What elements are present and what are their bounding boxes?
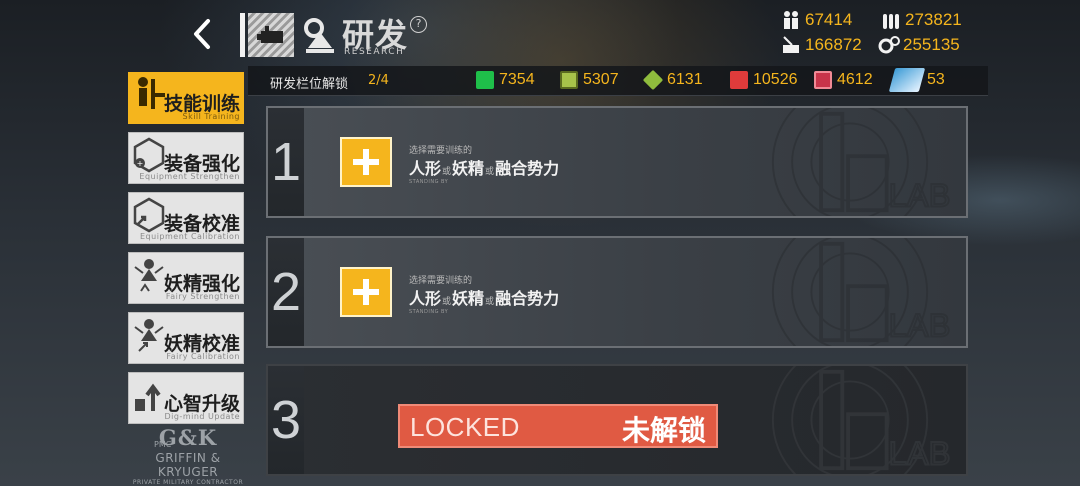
- green-chip-icon: [476, 71, 494, 89]
- menu-equipment-calibration[interactable]: 装备校准 Equipment Calibration: [128, 192, 244, 244]
- svg-text:LAB: LAB: [889, 176, 951, 213]
- rations-value: 166872: [805, 35, 862, 54]
- target-faction: 融合势力: [495, 289, 560, 308]
- rations-icon: [783, 36, 799, 53]
- fairy-data-icon: [814, 71, 832, 89]
- page-subtitle: RESEARCH: [344, 47, 405, 57]
- target-fairy: 妖精: [452, 159, 485, 178]
- menu-fairy-calibration[interactable]: 妖精校准 Fairy Calibration: [128, 312, 244, 364]
- manpower-counter: 67414: [780, 10, 852, 30]
- research-slot-2[interactable]: 2 选择需要训练的 人形或妖精或融合势力 STANDING BY LAB: [266, 236, 968, 348]
- ammo-icon: [883, 14, 899, 29]
- plus-icon: [353, 149, 379, 175]
- parts-value: 255135: [903, 35, 960, 54]
- slot-targets: 人形或妖精或融合势力: [409, 155, 559, 179]
- menu-sublabel: Skill Training: [182, 112, 240, 121]
- green-core-icon: [642, 69, 664, 91]
- fairy-data-value: 4612: [837, 71, 873, 88]
- slot-unlock-label: 研发栏位解锁: [270, 77, 349, 92]
- add-training-button[interactable]: [340, 137, 392, 187]
- manpower-icon: [784, 11, 798, 29]
- brand-sub: PRIVATE MILITARY CONTRACTOR: [132, 479, 244, 486]
- target-doll: 人形: [409, 159, 442, 178]
- plus-icon: [353, 279, 379, 305]
- circuit-chip-icon: [560, 71, 578, 89]
- top-bar: 研发 RESEARCH ? 67414 273821 166872 255135: [0, 0, 1080, 64]
- back-button[interactable]: [186, 14, 218, 54]
- help-icon[interactable]: ?: [410, 16, 427, 33]
- green-chip-value: 7354: [499, 71, 535, 88]
- menu-mind-upgrade[interactable]: 心智升级 Dig-mind Update: [128, 372, 244, 424]
- slot-number: 3: [270, 390, 302, 450]
- parts-icon: [878, 36, 900, 54]
- equipment-strengthen-icon: +: [133, 137, 165, 173]
- slot-number: 1: [270, 132, 302, 192]
- menu-sublabel: Fairy Strengthen: [165, 292, 240, 301]
- title-divider: [240, 13, 245, 57]
- menu-sublabel: Dig-mind Update: [164, 412, 240, 421]
- circuit-chip-value: 5307: [583, 71, 619, 88]
- research-badge-icon: [248, 13, 294, 57]
- slot-unlock-count: 2/4: [368, 73, 389, 88]
- ticket-counter: 53: [888, 68, 945, 92]
- svg-text:+: +: [137, 159, 144, 168]
- fairy-data-counter: 4612: [814, 71, 873, 89]
- or-text: 或: [485, 297, 495, 307]
- locked-label-cn: 未解锁: [621, 414, 706, 447]
- or-text: 或: [485, 167, 495, 177]
- research-slot-3-locked: 3 LOCKED 未解锁 LAB: [266, 364, 968, 476]
- lab-watermark-icon: LAB: [740, 366, 960, 474]
- equipment-calibration-icon: [133, 197, 165, 233]
- or-text: 或: [442, 297, 452, 307]
- green-core-value: 6131: [667, 71, 703, 88]
- svg-text:LAB: LAB: [889, 434, 951, 471]
- brand-pmc: PMC: [154, 440, 172, 449]
- circuit-chip-counter: 5307: [560, 71, 619, 89]
- add-training-button[interactable]: [340, 267, 392, 317]
- locked-label-en: LOCKED: [410, 412, 520, 442]
- brand-name: GRIFFIN & KRYUGER: [155, 451, 221, 479]
- menu-equipment-strengthen[interactable]: + 装备强化 Equipment Strengthen: [128, 132, 244, 184]
- red-data-icon: [730, 71, 748, 89]
- lab-watermark-icon: LAB: [740, 108, 960, 216]
- target-fairy: 妖精: [452, 289, 485, 308]
- research-slot-1[interactable]: 1 选择需要训练的 人形或妖精或融合势力 STANDING BY LAB: [266, 106, 968, 218]
- skill-training-icon: [138, 77, 165, 109]
- ticket-icon: [888, 68, 926, 92]
- target-doll: 人形: [409, 289, 442, 308]
- slot-status: STANDING BY: [409, 179, 449, 185]
- red-data-counter: 10526: [730, 71, 798, 89]
- ammo-value: 273821: [905, 10, 962, 29]
- or-text: 或: [442, 167, 452, 177]
- menu-sublabel: Equipment Strengthen: [139, 172, 240, 181]
- lab-watermark-icon: LAB: [740, 238, 960, 346]
- ammo-counter: 273821: [880, 10, 962, 30]
- menu-fairy-strengthen[interactable]: 妖精强化 Fairy Strengthen: [128, 252, 244, 304]
- research-resource-bar: 研发栏位解锁 2/4 7354 5307 6131 10526 4612 53: [248, 66, 988, 96]
- mind-upgrade-icon: [135, 383, 161, 411]
- green-chip-counter: 7354: [476, 71, 535, 89]
- microscope-icon: [304, 18, 334, 53]
- rations-counter: 166872: [780, 35, 862, 55]
- ticket-value: 53: [927, 71, 945, 88]
- brand-mark: G&K: [158, 425, 218, 450]
- locked-banner: LOCKED 未解锁: [398, 404, 718, 448]
- green-core-counter: 6131: [642, 69, 703, 91]
- target-faction: 融合势力: [495, 159, 560, 178]
- menu-skill-training[interactable]: 技能训练 Skill Training: [128, 72, 244, 124]
- fairy-calibration-icon: [134, 319, 164, 352]
- red-data-value: 10526: [753, 71, 798, 88]
- menu-sublabel: Equipment Calibration: [140, 232, 240, 241]
- slot-targets: 人形或妖精或融合势力: [409, 285, 559, 309]
- parts-counter: 255135: [878, 35, 960, 55]
- manpower-value: 67414: [805, 10, 853, 29]
- fairy-strengthen-icon: [134, 259, 164, 292]
- slot-number: 2: [270, 262, 302, 322]
- back-arrow-icon: [194, 19, 210, 49]
- menu-sublabel: Fairy Calibration: [166, 352, 240, 361]
- slot-status: STANDING BY: [409, 309, 449, 315]
- svg-text:LAB: LAB: [889, 306, 951, 343]
- griffin-kryuger-logo: PMC G&K GRIFFIN & KRYUGER PRIVATE MILITA…: [130, 425, 246, 486]
